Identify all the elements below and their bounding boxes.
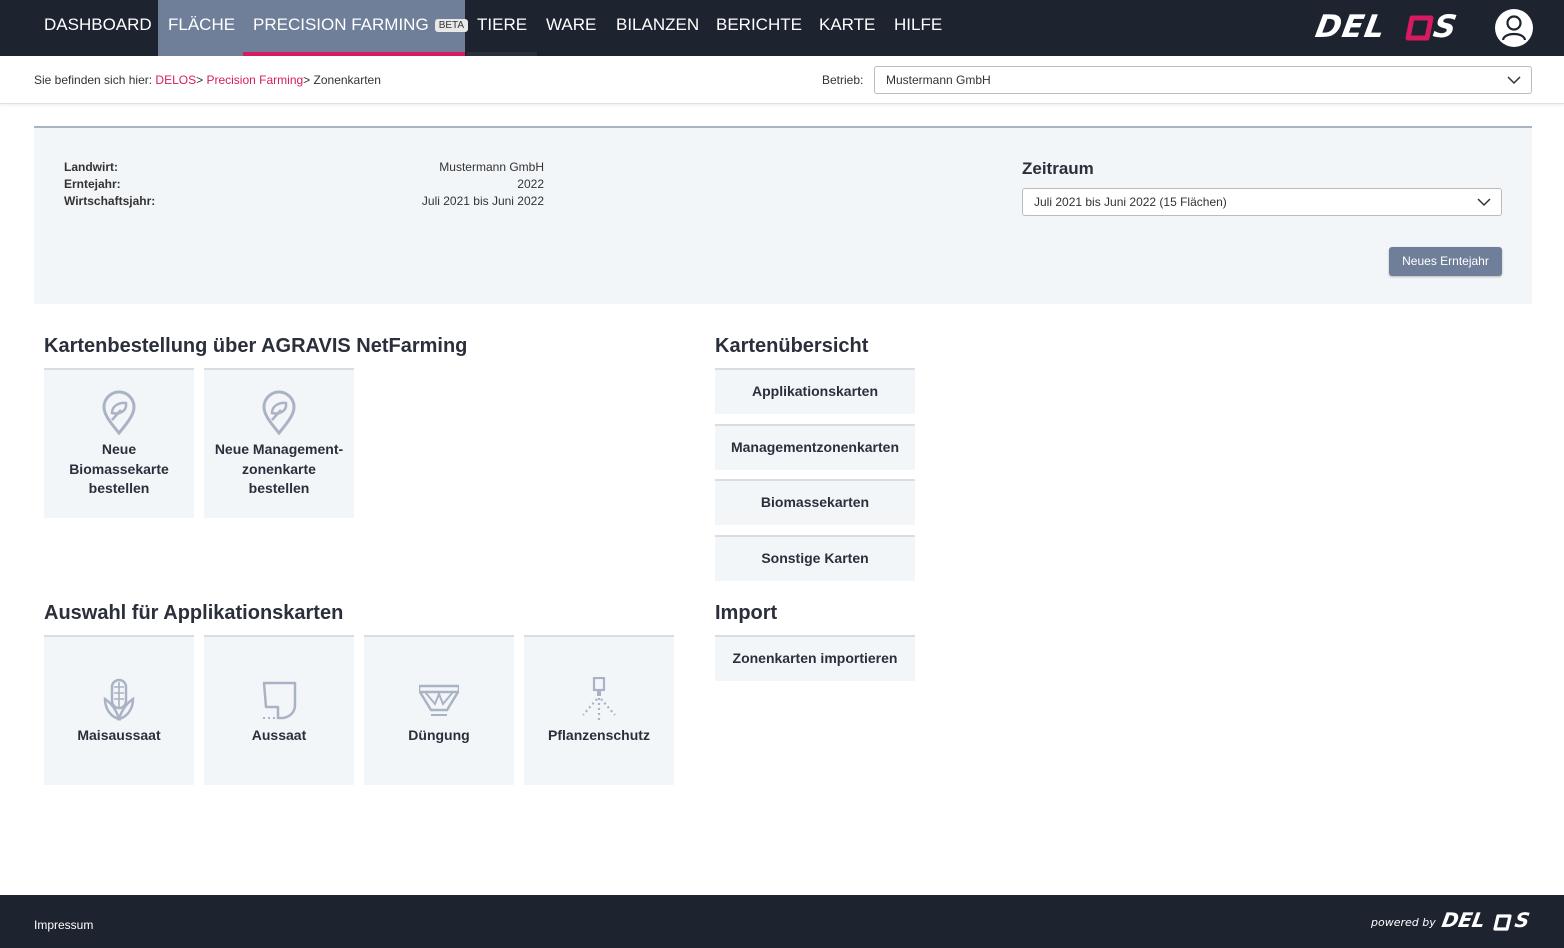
tile-label-line: bestellen [248, 480, 310, 496]
fertilizer-spreader-icon [419, 684, 459, 716]
tile-label-line: Neue Management- [214, 441, 344, 457]
seed-hopper-icon [262, 681, 297, 720]
maisaussaat-label: Maisaussaat [77, 727, 161, 743]
svg-text:S: S [1513, 909, 1532, 931]
maisaussaat-tile[interactable]: Maisaussaat [44, 635, 194, 785]
pflanzenschutz-label: Pflanzenschutz [548, 727, 650, 743]
zonenkarten-importieren-button[interactable]: Zonenkarten importieren [715, 635, 915, 681]
landwirt-label: Landwirt: [64, 160, 118, 174]
betrieb-select-value: Mustermann GmbH [886, 73, 991, 87]
breadcrumb-bar: Sie befinden sich hier: DELOS> Precision… [0, 56, 1564, 104]
aussaat-tile[interactable]: Aussaat [204, 635, 354, 785]
nav-ware[interactable]: WARE [536, 0, 606, 56]
wirtschaftsjahr-value: Juli 2021 bis Juni 2022 [421, 194, 544, 208]
nav-karte[interactable]: KARTE [809, 0, 885, 56]
tile-label-line: bestellen [88, 480, 150, 496]
breadcrumb: Sie befinden sich hier: DELOS> Precision… [34, 73, 381, 87]
top-navigation: DASHBOARD FLÄCHE PRECISION FARMING BETA T… [0, 0, 1564, 56]
breadcrumb-current: Zonenkarten [313, 73, 381, 87]
map-pin-icon [262, 390, 296, 436]
user-icon[interactable] [1495, 9, 1533, 47]
nav-precision-farming-label: PRECISION FARMING [253, 15, 429, 34]
import-title: Import [715, 602, 778, 624]
landwirt-value: Mustermann GmbH [439, 160, 544, 174]
nav-dashboard[interactable]: DASHBOARD [34, 0, 162, 56]
breadcrumb-delos[interactable]: DELOS [155, 73, 196, 87]
sprayer-icon [582, 677, 616, 721]
tile-label-line: zonenkarte [242, 460, 316, 477]
kartenbestellung-title: Kartenbestellung über AGRAVIS NetFarming [44, 335, 468, 357]
tile-label-line: Neue [101, 441, 137, 457]
betrieb-label: Betrieb: [822, 73, 864, 87]
zeitraum-select-value: Juli 2021 bis Juni 2022 (15 Flächen) [1034, 195, 1227, 209]
nav-flaeche[interactable]: FLÄCHE [158, 0, 246, 56]
nav-bilanzen[interactable]: BILANZEN [606, 0, 709, 56]
applikationskarten-title: Auswahl für Applikationskarten [44, 602, 344, 624]
breadcrumb-prefix: Sie befinden sich hier: [34, 73, 153, 87]
betrieb-select[interactable]: Mustermann GmbH [874, 66, 1532, 94]
svg-text:S: S [1431, 9, 1460, 43]
chevron-down-icon [1507, 76, 1521, 85]
sonstige-karten-button[interactable]: Sonstige Karten [715, 535, 915, 581]
powered-by-delos-logo: powered by DEL S [1371, 909, 1532, 931]
beta-badge: BETA [434, 19, 469, 32]
powered-by-text: powered by [1371, 916, 1436, 929]
wirtschaftsjahr-label: Wirtschaftsjahr: [64, 194, 156, 208]
nav-berichte[interactable]: BERICHTE [706, 0, 812, 56]
erntejahr-value: 2022 [517, 177, 544, 191]
delos-logo[interactable]: DEL S [1314, 9, 1470, 43]
corn-icon [103, 678, 135, 721]
neues-erntejahr-button[interactable]: Neues Erntejahr [1389, 247, 1502, 276]
footer: Impressum powered by DEL S [0, 895, 1564, 948]
zeitraum-select[interactable]: Juli 2021 bis Juni 2022 (15 Flächen) [1022, 188, 1502, 216]
nav-tiere[interactable]: TIERE [467, 0, 538, 56]
erntejahr-label: Erntejahr: [64, 177, 121, 191]
nav-hilfe[interactable]: HILFE [884, 0, 952, 56]
biomassekarten-button[interactable]: Biomassekarten [715, 479, 915, 525]
zeitraum-title: Zeitraum [1022, 159, 1094, 178]
duengung-tile[interactable]: Düngung [364, 635, 514, 785]
info-panel: Landwirt: Mustermann GmbH Erntejahr: 202… [34, 126, 1532, 304]
pflanzenschutz-tile[interactable]: Pflanzenschutz [524, 635, 674, 785]
applikationskarten-button[interactable]: Applikationskarten [715, 368, 915, 414]
chevron-down-icon [1477, 198, 1491, 207]
breadcrumb-sep: > [196, 73, 204, 87]
breadcrumb-sep: > [303, 73, 311, 87]
svg-text:DEL: DEL [1314, 9, 1389, 43]
managementzonenkarten-button[interactable]: Managementzonenkarten [715, 424, 915, 470]
aussaat-label: Aussaat [251, 727, 307, 743]
impressum-link[interactable]: Impressum [34, 918, 93, 932]
neue-biomassekarte-tile[interactable]: Neue Biomassekarte bestellen [44, 368, 194, 518]
tile-label-line: Biomassekarte [69, 460, 169, 477]
svg-text:DEL: DEL [1440, 909, 1487, 931]
kartenuebersicht-title: Kartenübersicht [715, 335, 869, 357]
nav-precision-farming[interactable]: PRECISION FARMING BETA [243, 0, 469, 56]
duengung-label: Düngung [408, 727, 470, 743]
breadcrumb-precision-farming[interactable]: Precision Farming [206, 73, 303, 87]
neue-managementzonenkarte-tile[interactable]: Neue Management- zonenkarte bestellen [204, 368, 354, 518]
map-pin-icon [102, 390, 136, 436]
